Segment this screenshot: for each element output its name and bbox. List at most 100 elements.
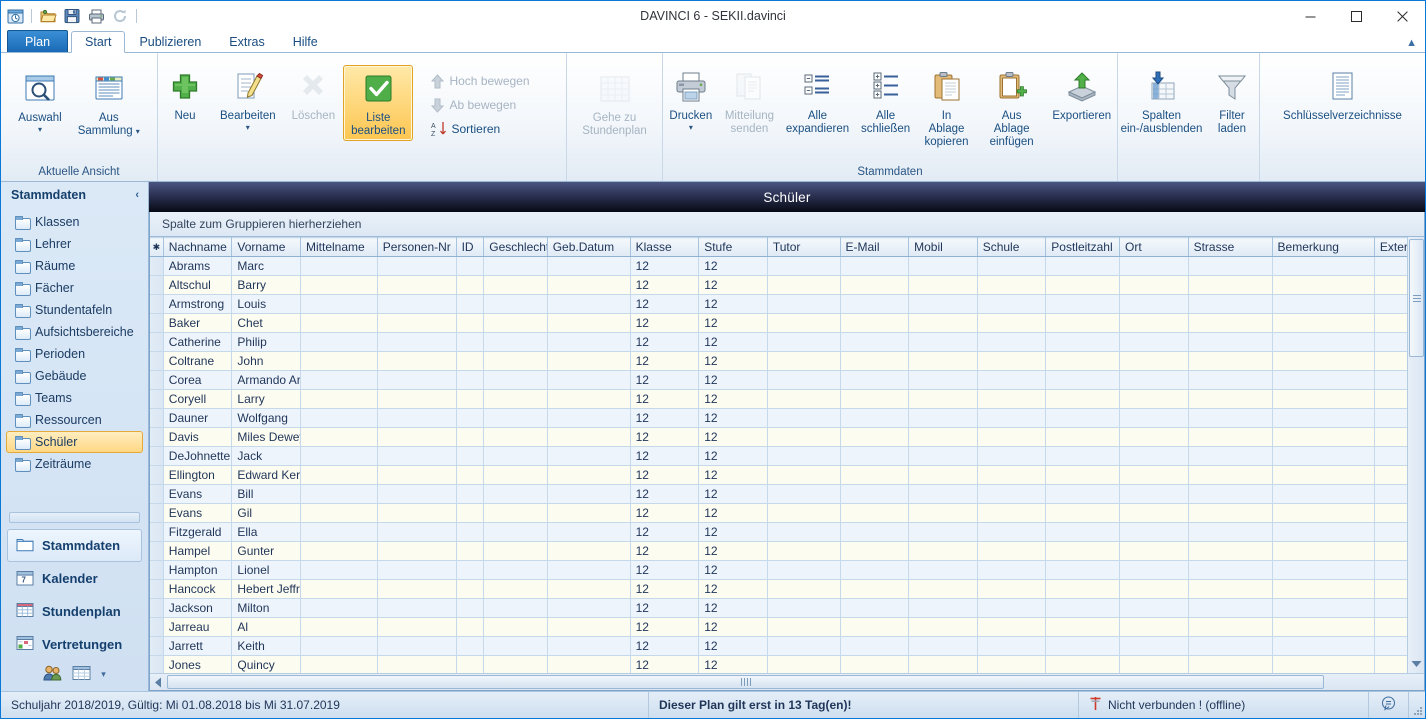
cell-stufe[interactable]: 12 <box>698 408 768 428</box>
cell-nachname[interactable]: Catherine <box>163 332 233 352</box>
cell-geschlecht[interactable] <box>483 389 548 409</box>
row-selector-cell[interactable] <box>150 522 164 542</box>
grid-header-geschlecht[interactable]: Geschlecht <box>483 237 548 257</box>
cell-ort[interactable] <box>1119 351 1189 371</box>
grid-header-personen-nr[interactable]: Personen-Nr <box>377 237 457 257</box>
cell-stufe[interactable]: 12 <box>698 370 768 390</box>
cell-geschlecht[interactable] <box>483 484 548 504</box>
cell-schule[interactable] <box>977 636 1047 656</box>
cell-tutor[interactable] <box>767 617 841 637</box>
cell-vorname[interactable]: Marc <box>231 256 301 276</box>
cell-geb-datum[interactable] <box>547 484 631 504</box>
cell-tutor[interactable] <box>767 294 841 314</box>
button-sortieren[interactable]: A Z Sortieren <box>425 117 535 141</box>
cell-nachname[interactable]: Baker <box>163 313 233 333</box>
cell-bemerkung[interactable] <box>1272 503 1375 523</box>
cell-klasse[interactable]: 12 <box>630 617 700 637</box>
table-row[interactable]: Evans Gil 12 12 <box>150 503 1407 523</box>
open-folder-icon[interactable] <box>37 5 59 27</box>
cell-mittelname[interactable] <box>300 332 378 352</box>
cell-klasse[interactable]: 12 <box>630 389 700 409</box>
cell-ort[interactable] <box>1119 617 1189 637</box>
sidebar-item-klassen[interactable]: Klassen <box>6 211 143 233</box>
cell-strasse[interactable] <box>1188 313 1273 333</box>
chevron-down-icon-footer[interactable]: ▾ <box>101 669 106 680</box>
cell-postleitzahl[interactable] <box>1045 370 1120 390</box>
cell-e-mail[interactable] <box>840 636 910 656</box>
table-row[interactable]: Baker Chet 12 12 <box>150 313 1407 333</box>
cell-geb-datum[interactable] <box>547 294 631 314</box>
cell-postleitzahl[interactable] <box>1045 256 1120 276</box>
cell-personen-nr[interactable] <box>377 275 457 295</box>
cell-geschlecht[interactable] <box>483 332 548 352</box>
cell-geschlecht[interactable] <box>483 579 548 599</box>
cell-stufe[interactable]: 12 <box>698 427 768 447</box>
cell-mittelname[interactable] <box>300 579 378 599</box>
grid-header-postleitzahl[interactable]: Postleitzahl <box>1045 237 1120 257</box>
cell-stufe[interactable]: 12 <box>698 351 768 371</box>
cell-bemerkung[interactable] <box>1272 636 1375 656</box>
row-selector-cell[interactable] <box>150 541 164 561</box>
cell-bemerkung[interactable] <box>1272 522 1375 542</box>
tab-publizieren[interactable]: Publizieren <box>125 30 215 52</box>
sidebar-item-raeume[interactable]: Räume <box>6 255 143 277</box>
cell-id[interactable] <box>456 332 485 352</box>
table-row[interactable]: Davis Miles Dewey 12 12 <box>150 427 1407 447</box>
cell-vorname[interactable]: Larry <box>231 389 301 409</box>
cell-e-mail[interactable] <box>840 275 910 295</box>
chevron-down-icon-4[interactable]: ▾ <box>689 124 693 132</box>
cell-stufe[interactable]: 12 <box>698 579 768 599</box>
cell-klasse[interactable]: 12 <box>630 427 700 447</box>
cell-geschlecht[interactable] <box>483 617 548 637</box>
floppy-disk-icon[interactable] <box>61 5 83 27</box>
row-selector-cell[interactable] <box>150 484 164 504</box>
cell-externe-id[interactable] <box>1374 389 1407 409</box>
cell-geschlecht[interactable] <box>483 351 548 371</box>
cell-mobil[interactable] <box>908 294 978 314</box>
cell-tutor[interactable] <box>767 275 841 295</box>
cell-personen-nr[interactable] <box>377 351 457 371</box>
row-selector-cell[interactable] <box>150 370 164 390</box>
cell-id[interactable] <box>456 370 485 390</box>
button-drucken[interactable]: Drucken ▾ <box>663 63 719 135</box>
cell-id[interactable] <box>456 522 485 542</box>
row-selector-cell[interactable] <box>150 636 164 656</box>
cell-e-mail[interactable] <box>840 655 910 673</box>
cell-bemerkung[interactable] <box>1272 313 1375 333</box>
cell-geschlecht[interactable] <box>483 541 548 561</box>
cell-e-mail[interactable] <box>840 294 910 314</box>
cell-klasse[interactable]: 12 <box>630 332 700 352</box>
cell-geschlecht[interactable] <box>483 522 548 542</box>
app-icon[interactable] <box>4 5 26 27</box>
cell-stufe[interactable]: 12 <box>698 275 768 295</box>
cell-postleitzahl[interactable] <box>1045 294 1120 314</box>
cell-mobil[interactable] <box>908 503 978 523</box>
grid-header-schule[interactable]: Schule <box>977 237 1047 257</box>
cell-schule[interactable] <box>977 446 1047 466</box>
cell-mobil[interactable] <box>908 541 978 561</box>
close-button[interactable] <box>1379 1 1425 31</box>
sidebar-item-lehrer[interactable]: Lehrer <box>6 233 143 255</box>
cell-e-mail[interactable] <box>840 427 910 447</box>
cell-nachname[interactable]: Corea <box>163 370 233 390</box>
grid-header-e-mail[interactable]: E-Mail <box>840 237 910 257</box>
cell-externe-id[interactable] <box>1374 579 1407 599</box>
cell-nachname[interactable]: Davis <box>163 427 233 447</box>
cell-strasse[interactable] <box>1188 617 1273 637</box>
cell-strasse[interactable] <box>1188 541 1273 561</box>
scroll-left-icon[interactable] <box>150 677 165 688</box>
cell-strasse[interactable] <box>1188 408 1273 428</box>
cell-mittelname[interactable] <box>300 503 378 523</box>
cell-mittelname[interactable] <box>300 446 378 466</box>
cell-stufe[interactable]: 12 <box>698 256 768 276</box>
cell-bemerkung[interactable] <box>1272 465 1375 485</box>
cell-mittelname[interactable] <box>300 598 378 618</box>
cell-mobil[interactable] <box>908 560 978 580</box>
people-icon[interactable] <box>43 664 62 684</box>
cell-mittelname[interactable] <box>300 408 378 428</box>
cell-externe-id[interactable] <box>1374 275 1407 295</box>
cell-schule[interactable] <box>977 617 1047 637</box>
cell-externe-id[interactable] <box>1374 503 1407 523</box>
cell-klasse[interactable]: 12 <box>630 446 700 466</box>
cell-nachname[interactable]: Hancock <box>163 579 233 599</box>
